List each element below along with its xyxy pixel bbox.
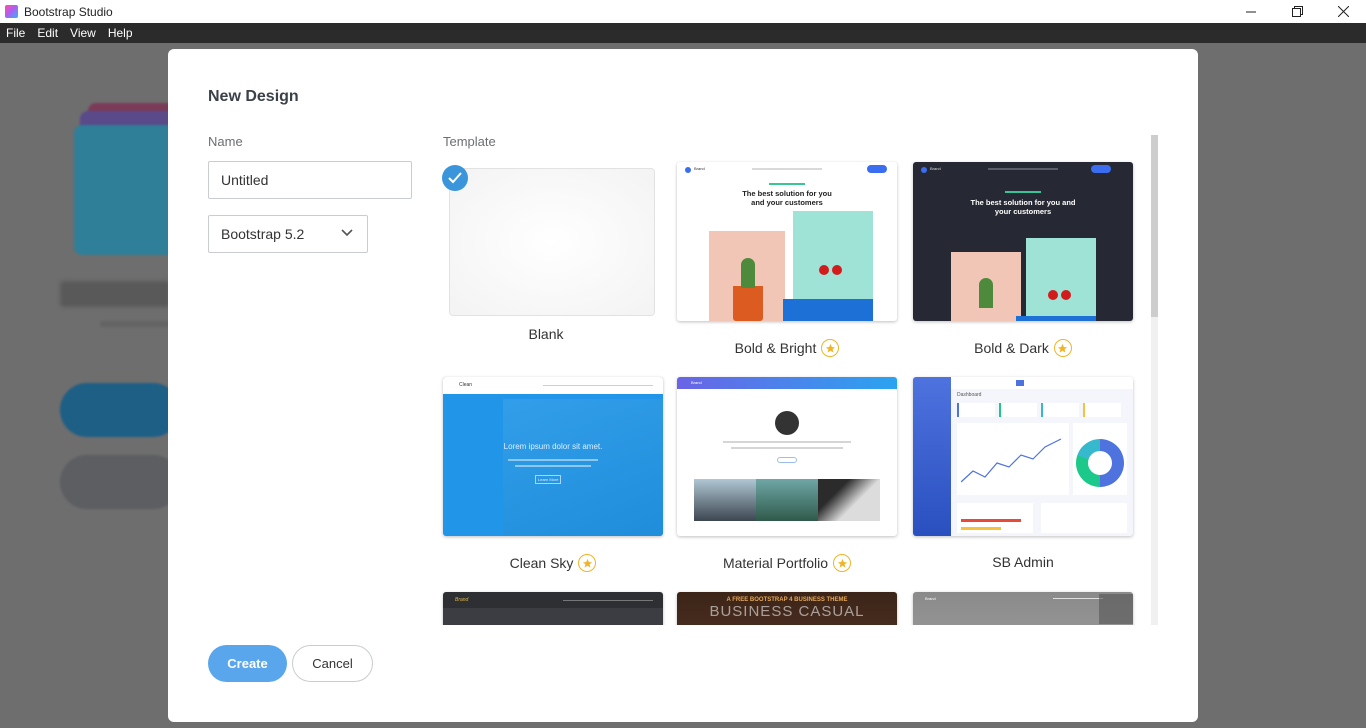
restore-button[interactable]: [1274, 0, 1320, 23]
menu-help[interactable]: Help: [102, 23, 139, 43]
template-thumbnail-dark-brand: Brand: [443, 592, 663, 625]
template-thumbnail-material-portfolio: Brand: [677, 377, 897, 536]
app-logo-icon: [5, 5, 18, 18]
bootstrap-version-value: Bootstrap 5.2: [221, 226, 305, 242]
template-thumbnail-clean-sky: Clean Lorem ipsum dolor sit amet. Learn …: [443, 377, 663, 536]
design-name-input[interactable]: [208, 161, 412, 199]
minimize-icon: [1246, 11, 1256, 12]
template-thumbnail-sb-admin: Dashboard: [913, 377, 1133, 536]
template-card-dark-brand[interactable]: Brand: [443, 592, 663, 625]
background-subtitle: [100, 321, 170, 327]
template-grid: Blank Brand The best solution for you an…: [436, 157, 1158, 625]
background-secondary-button: [60, 455, 180, 509]
template-thumbnail-gray-brand: Brand: [913, 592, 1133, 625]
template-name: Material Portfolio: [722, 555, 829, 571]
window-title: Bootstrap Studio: [24, 4, 113, 19]
template-card-bold-dark[interactable]: Brand The best solution for you and your…: [913, 162, 1133, 362]
template-label-bold-dark: Bold & Dark: [913, 339, 1133, 357]
template-thumbnail-bold-bright: Brand The best solution for you and your…: [677, 162, 897, 321]
create-button[interactable]: Create: [208, 645, 287, 682]
new-design-dialog: New Design Name Bootstrap 5.2 Template B…: [168, 49, 1198, 722]
premium-star-icon: [1053, 339, 1072, 357]
template-thumbnail-business-casual: A FREE BOOTSTRAP 4 BUSINESS THEME BUSINE…: [677, 592, 897, 625]
menu-bar: File Edit View Help: [0, 23, 1366, 43]
minimize-button[interactable]: [1228, 0, 1274, 23]
template-thumbnail-bold-dark: Brand The best solution for you and your…: [913, 162, 1133, 321]
template-card-bold-bright[interactable]: Brand The best solution for you and your…: [677, 162, 897, 362]
template-card-blank[interactable]: Blank: [436, 161, 656, 361]
template-label-material-portfolio: Material Portfolio: [677, 554, 897, 572]
title-bar: Bootstrap Studio: [0, 0, 1366, 23]
template-card-material-portfolio[interactable]: Brand Material Portfolio: [677, 377, 897, 577]
window-controls: [1228, 0, 1366, 23]
template-label: Template: [443, 134, 496, 149]
template-name: Bold & Bright: [734, 340, 817, 356]
premium-star-icon: [833, 554, 852, 572]
name-label: Name: [208, 134, 243, 149]
menu-edit[interactable]: Edit: [31, 23, 64, 43]
close-button[interactable]: [1320, 0, 1366, 23]
template-label-clean-sky: Clean Sky: [443, 554, 663, 572]
restore-icon: [1291, 6, 1303, 17]
template-card-sb-admin[interactable]: Dashboard SB Admin: [913, 377, 1133, 577]
bootstrap-version-select[interactable]: Bootstrap 5.2: [208, 215, 368, 253]
background-primary-button: [60, 383, 180, 437]
premium-star-icon: [578, 554, 597, 572]
template-label-bold-bright: Bold & Bright: [677, 339, 897, 357]
premium-star-icon: [821, 339, 840, 357]
template-thumbnail-blank: [450, 169, 654, 315]
selected-check-icon: [442, 165, 468, 191]
menu-file[interactable]: File: [0, 23, 31, 43]
template-name: Bold & Dark: [974, 340, 1049, 356]
background-heading: [60, 281, 170, 307]
template-name: SB Admin: [992, 554, 1054, 570]
template-name: Clean Sky: [509, 555, 574, 571]
menu-view[interactable]: View: [64, 23, 102, 43]
template-card-business-casual[interactable]: A FREE BOOTSTRAP 4 BUSINESS THEME BUSINE…: [677, 592, 897, 625]
close-icon: [1337, 6, 1349, 17]
dialog-title: New Design: [208, 88, 299, 105]
template-card-gray-brand[interactable]: Brand: [913, 592, 1133, 625]
template-label-blank: Blank: [436, 326, 656, 342]
chevron-down-icon: [341, 229, 353, 237]
template-label-sb-admin: SB Admin: [913, 554, 1133, 570]
cancel-button[interactable]: Cancel: [292, 645, 373, 682]
template-name: Blank: [528, 326, 564, 342]
template-card-clean-sky[interactable]: Clean Lorem ipsum dolor sit amet. Learn …: [443, 377, 663, 577]
